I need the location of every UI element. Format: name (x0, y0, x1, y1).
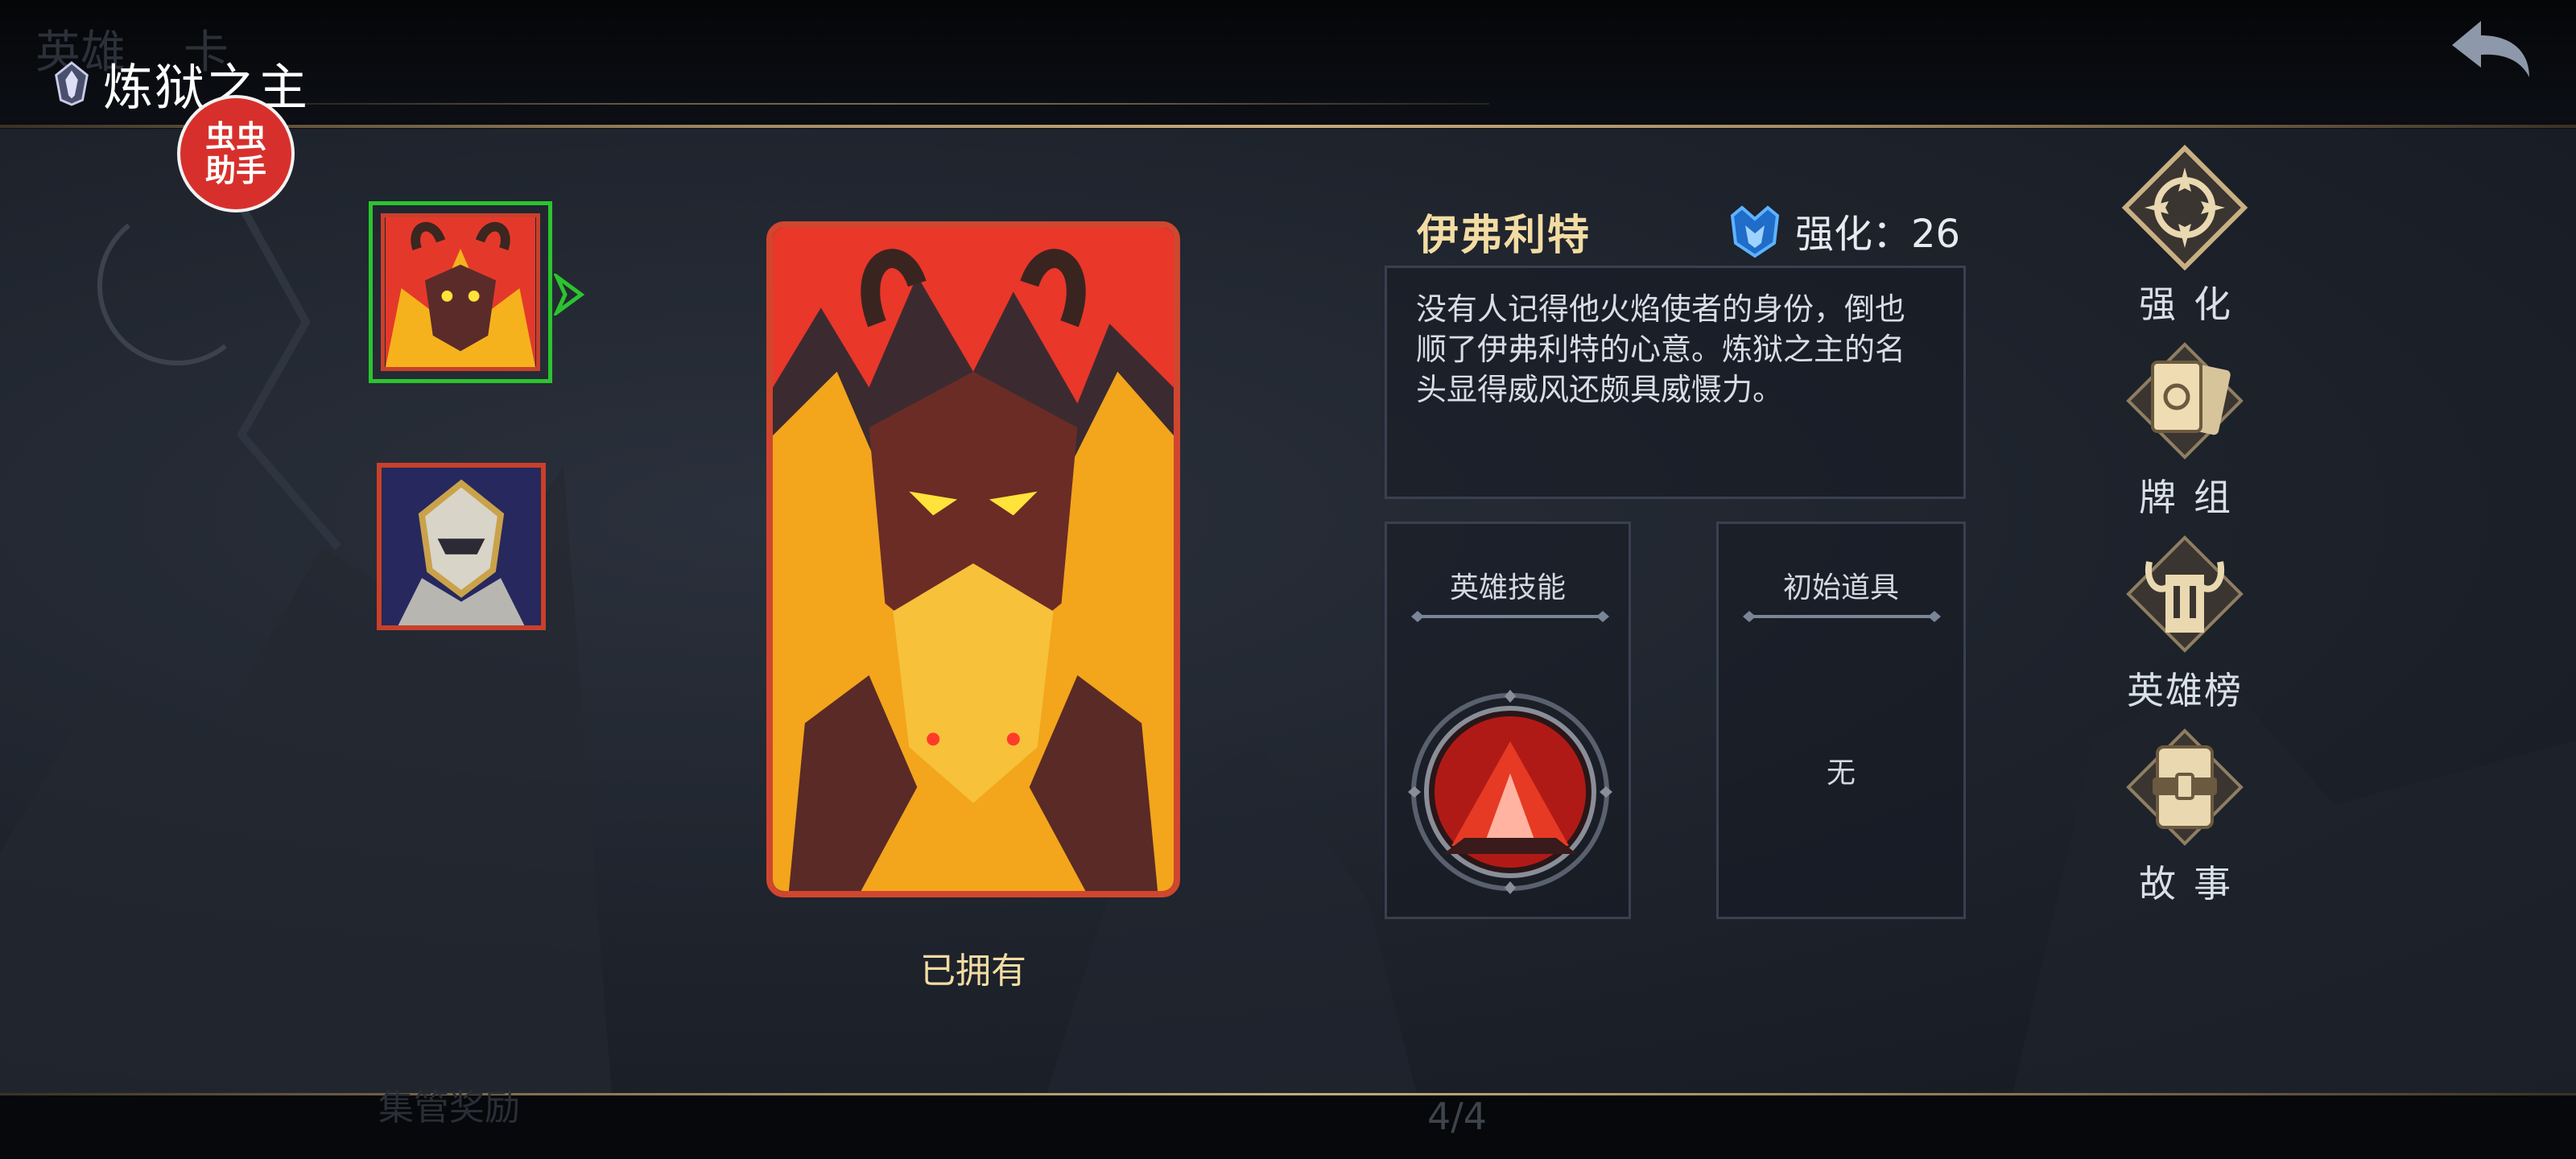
enhance-label: 强化 (2139, 283, 2248, 326)
starting-item-panel: 初始道具 无 (1716, 522, 1966, 919)
badge-line-2: 助手 (204, 153, 266, 188)
enhance-crystal-icon (1730, 205, 1780, 258)
hero-thumb-ifrit[interactable] (369, 201, 552, 383)
item-title-divider (1743, 611, 1941, 622)
knight-portrait-icon (382, 468, 540, 625)
story-label: 故事 (2139, 862, 2248, 905)
page-indicator: 4/4 (1426, 1095, 1488, 1138)
hero-skill-icon[interactable] (1403, 685, 1617, 899)
leaderboard-icon (2126, 535, 2244, 653)
skill-title-divider (1411, 611, 1609, 622)
hero-card-art (766, 221, 1180, 897)
skill-panel-title: 英雄技能 (1449, 571, 1566, 604)
enhance-icon (2121, 144, 2248, 271)
enhance-label: 强化：26 (1795, 212, 1961, 257)
ifrit-portrait-icon (386, 217, 535, 367)
leaderboard-button[interactable]: 英雄榜 (2088, 530, 2281, 715)
top-divider (0, 125, 2576, 128)
story-icon (2126, 728, 2244, 846)
hero-skill-panel: 英雄技能 (1385, 522, 1631, 919)
deck-label: 牌组 (2139, 476, 2248, 519)
faction-icon (55, 61, 89, 106)
ifrit-card-art-icon (773, 228, 1174, 891)
hero-description: 没有人记得他火焰使者的身份，倒也顺了伊弗利特的心意。炼狱之主的名头显得威风还颇具… (1385, 266, 1966, 499)
back-arrow-icon[interactable] (2447, 16, 2536, 80)
assistant-badge[interactable]: 虫虫 助手 (177, 95, 295, 212)
hero-thumb-knight[interactable] (377, 463, 546, 630)
owned-status: 已拥有 (920, 951, 1026, 992)
ghost-footer-label: 集管奖励 (378, 1087, 520, 1128)
selected-arrow-icon (554, 274, 585, 316)
enhance-button[interactable]: 强化 (2088, 143, 2281, 328)
enhance-level: 强化：26 (1726, 201, 1960, 259)
item-panel-title: 初始道具 (1782, 571, 1899, 604)
item-value: 无 (1826, 757, 1856, 790)
leaderboard-label: 英雄榜 (2127, 669, 2243, 712)
hero-name: 伊弗利特 (1417, 212, 1591, 260)
story-button[interactable]: 故事 (2088, 723, 2281, 908)
top-accent-line (282, 103, 1489, 105)
badge-line-1: 虫虫 (204, 119, 266, 155)
deck-icon (2126, 342, 2244, 460)
deck-button[interactable]: 牌组 (2088, 336, 2281, 522)
